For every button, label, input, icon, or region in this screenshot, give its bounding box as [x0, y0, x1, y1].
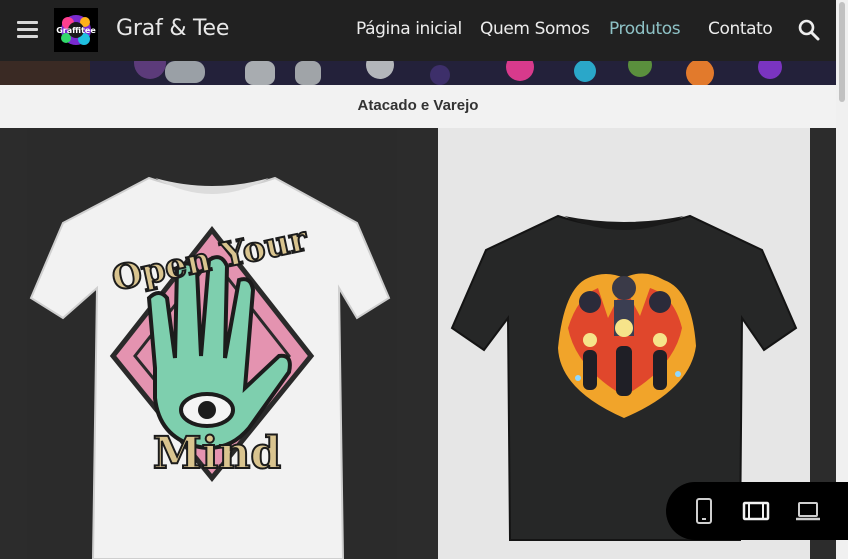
- device-preview-switcher: [666, 482, 848, 540]
- nav-contato[interactable]: Contato: [708, 19, 773, 39]
- category-bar: Atacado e Varejo: [0, 85, 836, 129]
- nav-quem-somos[interactable]: Quem Somos: [480, 19, 590, 39]
- shirt-print-bottom-text: Mind: [153, 428, 281, 479]
- top-nav-bar: Graffitee Graf & Tee Página inicial Quem…: [0, 0, 836, 61]
- logo-text: Graffitee: [56, 26, 96, 35]
- nav-pagina-inicial[interactable]: Página inicial: [356, 19, 462, 39]
- brand-title[interactable]: Graf & Tee: [116, 16, 229, 41]
- tablet-view-icon[interactable]: [742, 497, 770, 525]
- category-title: Atacado e Varejo: [357, 97, 479, 114]
- phone-view-icon[interactable]: [690, 497, 718, 525]
- laptop-view-icon[interactable]: [794, 497, 822, 525]
- brand-logo[interactable]: Graffitee: [54, 8, 98, 52]
- product-card-open-your-mind[interactable]: Open Your Mind: [27, 128, 397, 559]
- scrollbar-thumb[interactable]: [839, 2, 845, 102]
- hero-banner-image: [0, 61, 836, 85]
- nav-produtos[interactable]: Produtos: [609, 19, 681, 39]
- search-icon[interactable]: [798, 19, 820, 41]
- menu-icon[interactable]: [17, 21, 38, 38]
